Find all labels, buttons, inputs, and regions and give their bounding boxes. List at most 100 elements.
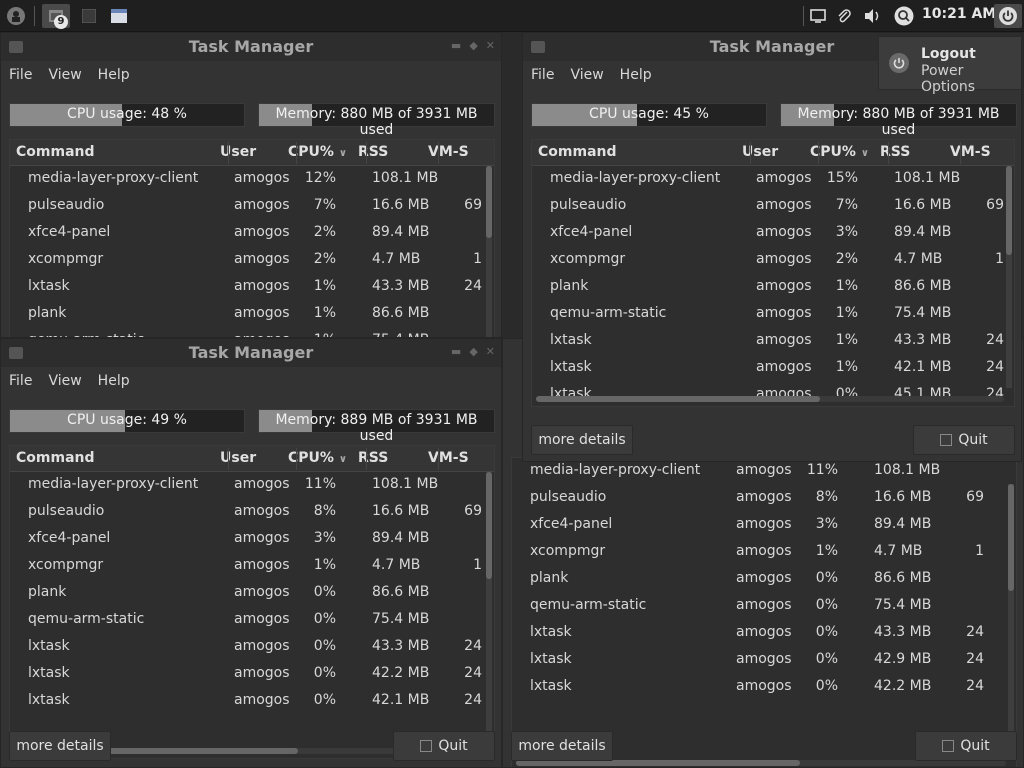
- menu-file[interactable]: File: [9, 369, 32, 393]
- column-header-command[interactable]: Command: [538, 144, 617, 160]
- process-table[interactable]: Command User CPU% ∨ RSS VM-S media-layer-pro…: [531, 139, 1015, 407]
- scrollbar-thumb[interactable]: [536, 396, 820, 402]
- logout-popup[interactable]: Logout Power Options: [878, 36, 1022, 95]
- minimize-icon[interactable]: ▬: [451, 39, 461, 52]
- scrollbar-thumb[interactable]: [486, 472, 492, 579]
- attach-icon[interactable]: [834, 4, 854, 28]
- table-row[interactable]: plank amogos 1% 86.6 MB: [10, 301, 494, 328]
- column-separator[interactable]: [228, 142, 229, 164]
- column-header-user[interactable]: User: [220, 144, 256, 160]
- column-header-vms[interactable]: VM-S: [428, 450, 469, 466]
- table-row[interactable]: qemu-arm-static amogos 0% 75.4 MB: [512, 593, 1016, 620]
- volume-icon[interactable]: [862, 4, 884, 28]
- table-row[interactable]: xcompmgr amogos 2% 4.7 MB 1: [10, 247, 494, 274]
- table-row[interactable]: pulseaudio amogos 8% 16.6 MB 69: [512, 485, 1016, 512]
- column-separator[interactable]: [960, 142, 961, 164]
- table-row[interactable]: lxtask amogos 0% 42.2 MB 24: [512, 674, 1016, 701]
- table-row[interactable]: media-layer-proxy-client amogos 11% 108.…: [10, 472, 494, 499]
- process-table[interactable]: Command User CPU% ∨ RSS VM-S media-layer-pro…: [9, 445, 495, 759]
- maximize-icon[interactable]: ◆: [469, 39, 477, 52]
- vertical-scrollbar[interactable]: [1008, 484, 1014, 752]
- table-row[interactable]: plank amogos 1% 86.6 MB: [532, 274, 1014, 301]
- table-row[interactable]: lxtask amogos 0% 42.1 MB 24: [10, 688, 494, 715]
- process-table[interactable]: media-layer-proxy-client amogos 11% 108.…: [511, 457, 1017, 767]
- column-header-vms[interactable]: VM-S: [428, 144, 469, 160]
- scrollbar-thumb[interactable]: [486, 166, 492, 238]
- window-icon[interactable]: [108, 4, 130, 28]
- process-table[interactable]: Command User CPU% ∨ RSS VM-S media-layer-pro…: [9, 139, 495, 337]
- table-row[interactable]: xcompmgr amogos 1% 4.7 MB 1: [10, 553, 494, 580]
- column-header-rss[interactable]: RSS: [358, 144, 388, 160]
- menu-view[interactable]: View: [570, 63, 603, 87]
- close-icon[interactable]: ✕: [486, 345, 495, 358]
- column-separator[interactable]: [888, 142, 889, 164]
- logout-label[interactable]: Logout: [921, 46, 976, 62]
- vertical-scrollbar[interactable]: [486, 472, 492, 740]
- table-row[interactable]: qemu-arm-static amogos 1% 75.4 MB: [532, 301, 1014, 328]
- table-row[interactable]: media-layer-proxy-client amogos 15% 108.…: [532, 166, 1014, 193]
- task-manager-window[interactable]: Task Manager ▬ ◆ ✕ File View Help CPU usage: …: [0, 338, 502, 768]
- clock[interactable]: 10:21 AM: [922, 6, 996, 22]
- menu-help[interactable]: Help: [98, 369, 130, 393]
- vertical-scrollbar[interactable]: [1006, 166, 1012, 388]
- table-row[interactable]: pulseaudio amogos 8% 16.6 MB 69: [10, 499, 494, 526]
- menu-file[interactable]: File: [531, 63, 554, 87]
- column-header-user[interactable]: User: [742, 144, 778, 160]
- column-header-command[interactable]: Command: [16, 450, 95, 466]
- menu-file[interactable]: File: [9, 63, 32, 87]
- table-row[interactable]: xfce4-panel amogos 3% 89.4 MB: [10, 526, 494, 553]
- table-row[interactable]: pulseaudio amogos 7% 16.6 MB 69: [532, 193, 1014, 220]
- table-row[interactable]: qemu-arm-static amogos 1% 75.4 MB: [10, 328, 494, 337]
- table-row[interactable]: media-layer-proxy-client amogos 11% 108.…: [512, 458, 1016, 485]
- table-row[interactable]: plank amogos 0% 86.6 MB: [512, 566, 1016, 593]
- quit-button[interactable]: Quit: [915, 731, 1017, 761]
- table-row[interactable]: media-layer-proxy-client amogos 12% 108.…: [10, 166, 494, 193]
- power-icon[interactable]: [994, 4, 1022, 28]
- more-details-button[interactable]: more details: [9, 731, 111, 761]
- search-icon[interactable]: [892, 4, 916, 28]
- table-row[interactable]: xfce4-panel amogos 3% 89.4 MB: [532, 220, 1014, 247]
- column-separator[interactable]: [438, 448, 439, 470]
- task-manager-window[interactable]: Task Manager ▬ ◆ ✕ File View Help CPU usage: …: [0, 32, 502, 338]
- column-separator[interactable]: [750, 142, 751, 164]
- more-details-button[interactable]: more details: [511, 731, 613, 761]
- table-row[interactable]: lxtask amogos 1% 42.1 MB 24: [532, 355, 1014, 382]
- table-row[interactable]: qemu-arm-static amogos 0% 75.4 MB: [10, 607, 494, 634]
- menu-help[interactable]: Help: [620, 63, 652, 87]
- display-icon[interactable]: [808, 4, 828, 28]
- menu-view[interactable]: View: [48, 63, 81, 87]
- column-separator[interactable]: [366, 142, 367, 164]
- table-row[interactable]: plank amogos 0% 86.6 MB: [10, 580, 494, 607]
- table-row[interactable]: lxtask amogos 0% 42.2 MB 24: [10, 661, 494, 688]
- column-header-user[interactable]: User: [220, 450, 256, 466]
- column-header-rss[interactable]: RSS: [358, 450, 388, 466]
- table-row[interactable]: xcompmgr amogos 1% 4.7 MB 1: [512, 539, 1016, 566]
- table-row[interactable]: lxtask amogos 0% 42.9 MB 24: [512, 647, 1016, 674]
- column-separator[interactable]: [296, 448, 297, 470]
- table-row[interactable]: lxtask amogos 0% 43.3 MB 24: [10, 634, 494, 661]
- power-options-label[interactable]: Power Options: [921, 63, 1021, 95]
- menu-help[interactable]: Help: [98, 63, 130, 87]
- close-icon[interactable]: ✕: [486, 39, 495, 52]
- table-row[interactable]: pulseaudio amogos 7% 16.6 MB 69: [10, 193, 494, 220]
- quit-button[interactable]: Quit: [913, 425, 1015, 455]
- window-titlebar[interactable]: Task Manager ▬ ◆ ✕: [1, 339, 501, 367]
- column-header-rss[interactable]: RSS: [880, 144, 910, 160]
- column-separator[interactable]: [818, 142, 819, 164]
- scrollbar-thumb[interactable]: [1008, 484, 1014, 591]
- maximize-icon[interactable]: ◆: [469, 345, 477, 358]
- quit-button[interactable]: Quit: [393, 731, 495, 761]
- table-row[interactable]: xfce4-panel amogos 2% 89.4 MB: [10, 220, 494, 247]
- table-row[interactable]: lxtask amogos 1% 43.3 MB 24: [10, 274, 494, 301]
- table-row[interactable]: xfce4-panel amogos 3% 89.4 MB: [512, 512, 1016, 539]
- column-header-command[interactable]: Command: [16, 144, 95, 160]
- column-separator[interactable]: [438, 142, 439, 164]
- column-separator[interactable]: [228, 448, 229, 470]
- table-row[interactable]: lxtask amogos 1% 43.3 MB 24: [532, 328, 1014, 355]
- table-row[interactable]: lxtask amogos 0% 45.1 MB 24: [532, 382, 1014, 406]
- taskmanager-launcher-icon[interactable]: 9: [42, 4, 70, 29]
- minimize-icon[interactable]: ▬: [451, 345, 461, 358]
- table-row[interactable]: xcompmgr amogos 2% 4.7 MB 1: [532, 247, 1014, 274]
- column-header-vms[interactable]: VM-S: [950, 144, 991, 160]
- horizontal-scrollbar[interactable]: [536, 396, 1004, 402]
